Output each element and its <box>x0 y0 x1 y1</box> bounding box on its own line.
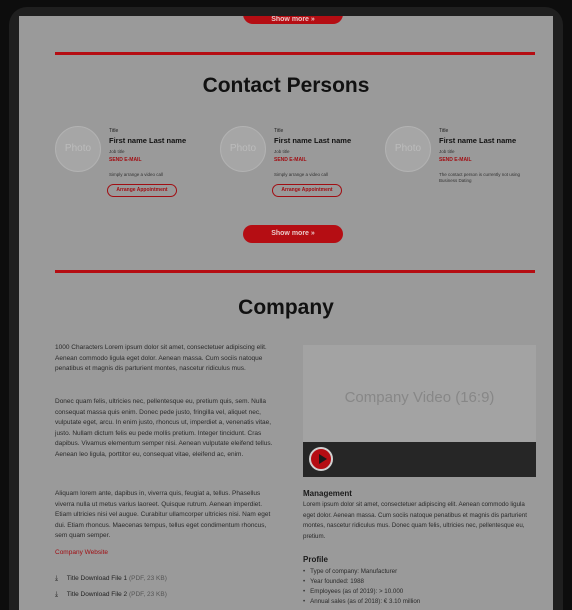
list-item: Year founded: 1988 <box>303 577 537 587</box>
contact-note: Simply arrange a video call <box>109 172 164 177</box>
send-email-link[interactable]: SEND E-MAIL <box>274 157 307 163</box>
section-divider <box>55 270 535 273</box>
contact-title: Title <box>439 128 449 134</box>
contact-name: First name Last name <box>439 136 517 145</box>
company-website-link[interactable]: Company Website <box>55 549 108 556</box>
contact-name: First name Last name <box>274 136 352 145</box>
contact-card: Photo Title First name Last name Job tit… <box>220 126 380 216</box>
top-show-more-button[interactable]: Show more » <box>243 16 343 24</box>
download-meta: (PDF, 23 KB) <box>128 591 167 598</box>
contact-note: The contact person is currently not usin… <box>439 172 521 183</box>
show-more-button[interactable]: Show more » <box>243 225 343 243</box>
send-email-link[interactable]: SEND E-MAIL <box>439 157 472 163</box>
contact-title: Title <box>109 128 119 134</box>
contact-note: Simply arrange a video call <box>274 172 329 177</box>
contact-job-title: Job title <box>274 149 290 154</box>
download-icon: ⤓ <box>55 591 59 598</box>
play-icon[interactable] <box>309 447 333 471</box>
contact-photo: Photo <box>55 126 101 172</box>
download-file-link[interactable]: ⤓ Title Download File 1 (PDF, 23 KB) <box>55 575 167 583</box>
contact-job-title: Job title <box>439 149 455 154</box>
contact-persons-title: Contact Persons <box>202 74 370 97</box>
arrange-appointment-button[interactable]: Arrange Appointment <box>272 184 342 197</box>
page-viewport: Show more » Contact Persons Photo Title … <box>19 16 553 610</box>
contact-photo: Photo <box>385 126 431 172</box>
profile-heading: Profile <box>303 555 328 564</box>
section-divider <box>55 52 535 55</box>
video-placeholder-label: Company Video (16:9) <box>344 389 495 406</box>
download-title: Title Download File 2 <box>66 591 128 598</box>
list-item: Type of company: Manufacturer <box>303 567 537 577</box>
management-text: Lorem ipsum dolor sit amet, consectetuer… <box>303 501 527 540</box>
company-paragraph: Donec quam felis, ultricies nec, pellent… <box>55 398 273 458</box>
download-title: Title Download File 1 <box>66 575 128 582</box>
download-meta: (PDF, 23 KB) <box>128 575 167 582</box>
download-file-link[interactable]: ⤓ Title Download File 2 (PDF, 23 KB) <box>55 591 167 599</box>
contact-card: Photo Title First name Last name Job tit… <box>385 126 545 216</box>
profile-list: Type of company: Manufacturer Year found… <box>303 567 537 607</box>
list-item: Annual sales (as of 2018): € 3.10 millio… <box>303 597 537 607</box>
management-heading: Management <box>303 489 352 498</box>
list-item: Employees (as of 2019): > 10.000 <box>303 587 537 597</box>
contact-job-title: Job title <box>109 149 125 154</box>
company-paragraph: Aliquam lorem ante, dapibus in, viverra … <box>55 490 271 539</box>
contact-card: Photo Title First name Last name Job tit… <box>55 126 215 216</box>
company-paragraph: 1000 Characters Lorem ipsum dolor sit am… <box>55 344 267 372</box>
contact-title: Title <box>274 128 284 134</box>
company-video[interactable]: Company Video (16:9) <box>303 345 536 477</box>
download-icon: ⤓ <box>55 575 59 582</box>
contact-photo: Photo <box>220 126 266 172</box>
send-email-link[interactable]: SEND E-MAIL <box>109 157 142 163</box>
company-title: Company <box>238 296 334 319</box>
arrange-appointment-button[interactable]: Arrange Appointment <box>107 184 177 197</box>
contact-name: First name Last name <box>109 136 187 145</box>
video-controls <box>303 442 536 477</box>
